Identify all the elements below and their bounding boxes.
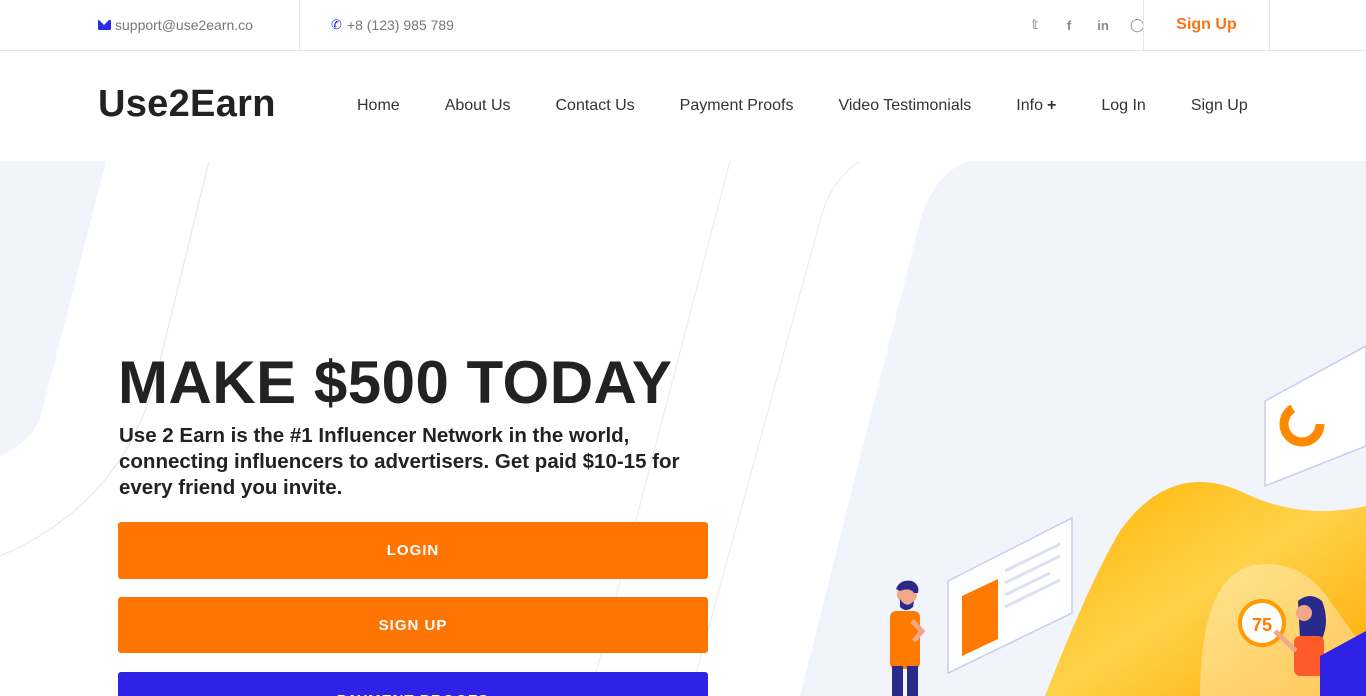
nav-signup[interactable]: Sign Up <box>1191 97 1248 115</box>
linkedin-icon[interactable]: in <box>1096 18 1110 33</box>
envelope-icon <box>98 20 111 30</box>
nav-home[interactable]: Home <box>357 97 400 115</box>
site-logo[interactable]: Use2Earn <box>98 83 276 126</box>
social-links: 𝕥 f in ◯ <box>1028 0 1145 50</box>
nav-info-label: Info <box>1016 97 1043 114</box>
phone-icon: ✆ <box>331 17 342 32</box>
twitter-icon[interactable]: 𝕥 <box>1028 17 1042 33</box>
instagram-icon[interactable]: ◯ <box>1130 17 1145 33</box>
plus-icon: + <box>1046 97 1057 114</box>
hero-section: 75 MAKE $500 TODAY Use 2 Earn is the #1 … <box>0 161 1366 696</box>
hero-headline: MAKE $500 TODAY <box>118 349 673 416</box>
login-button[interactable]: LOGIN <box>118 522 708 579</box>
bg-panel-left <box>0 161 106 456</box>
top-signup-link[interactable]: Sign Up <box>1143 0 1270 50</box>
email-contact[interactable]: support@use2earn.co <box>98 0 300 50</box>
email-text: support@use2earn.co <box>115 17 253 33</box>
main-nav: Home About Us Contact Us Payment Proofs … <box>357 51 1248 161</box>
nav-contact[interactable]: Contact Us <box>556 97 635 115</box>
signup-button[interactable]: SIGN UP <box>118 597 708 653</box>
payment-proofs-button[interactable]: PAYMENT PROOFS <box>118 672 708 696</box>
phone-contact[interactable]: ✆ +8 (123) 985 789 <box>331 0 454 50</box>
top-bar: support@use2earn.co ✆ +8 (123) 985 789 𝕥… <box>0 0 1366 51</box>
nav-login[interactable]: Log In <box>1101 97 1145 115</box>
nav-payment-proofs[interactable]: Payment Proofs <box>680 97 794 115</box>
hero-subtext: Use 2 Earn is the #1 Influencer Network … <box>119 424 680 499</box>
nav-info[interactable]: Info + <box>1016 97 1056 115</box>
site-header: Use2Earn Home About Us Contact Us Paymen… <box>0 51 1366 161</box>
nav-about[interactable]: About Us <box>445 97 511 115</box>
facebook-icon[interactable]: f <box>1062 18 1076 33</box>
badge-number: 75 <box>1252 615 1272 635</box>
phone-text: +8 (123) 985 789 <box>346 17 454 33</box>
nav-video-testimonials[interactable]: Video Testimonials <box>838 97 971 115</box>
